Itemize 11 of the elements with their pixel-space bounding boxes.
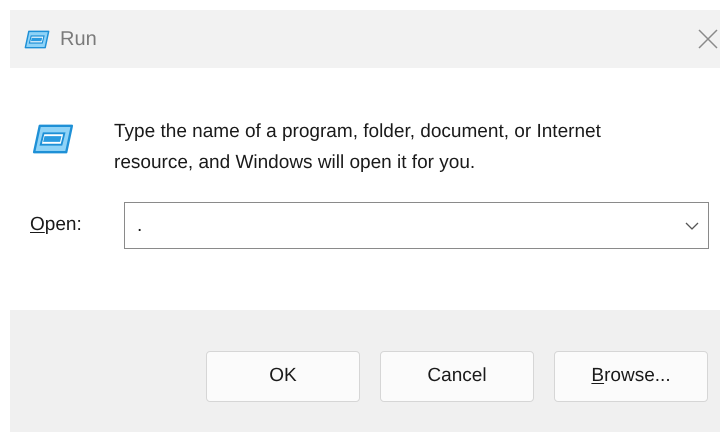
open-label: Open: xyxy=(30,213,83,238)
instruction-text: Type the name of a program, folder, document, or Internet resource, and Windows will open it for you. xyxy=(114,120,602,175)
close-icon[interactable] xyxy=(698,29,718,49)
dialog-button[interactable]: Cancel xyxy=(380,351,534,402)
dialog-button[interactable]: OK xyxy=(206,351,360,402)
dialog-button[interactable]: Browse... xyxy=(554,351,708,402)
chevron-down-icon[interactable] xyxy=(685,222,699,230)
open-combo-box[interactable]: . xyxy=(124,202,709,249)
run-icon xyxy=(24,28,50,50)
run-icon xyxy=(32,122,74,156)
window-title: Run xyxy=(60,27,97,52)
